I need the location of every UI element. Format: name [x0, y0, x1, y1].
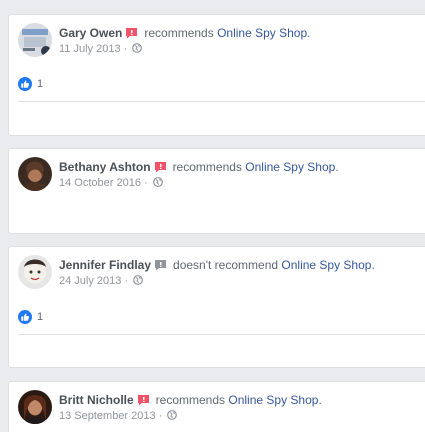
- avatar-britt-nicholle[interactable]: [18, 390, 52, 424]
- review-card: Gary Owen recommends Online Spy Shop. 11 …: [8, 14, 425, 136]
- review-date[interactable]: 24 July 2013: [59, 275, 121, 287]
- like-reaction-icon: [18, 77, 32, 91]
- reviewer-name[interactable]: Gary Owen: [59, 26, 122, 40]
- review-date[interactable]: 14 October 2016: [59, 177, 141, 189]
- recommendation-verb: recommends: [172, 160, 242, 174]
- globe-icon[interactable]: [167, 410, 178, 420]
- review-card: Jennifer Findlay doesn't recommend Online…: [8, 246, 425, 368]
- avatar-gary-owen[interactable]: [18, 23, 52, 57]
- reactions-summary[interactable]: 1: [18, 309, 43, 325]
- avatar-bethany-ashton[interactable]: [18, 157, 52, 191]
- reviews-feed: Gary Owen recommends Online Spy Shop. 11 …: [0, 0, 425, 432]
- page-link[interactable]: Online Spy Shop: [217, 26, 307, 40]
- recommend-speech-icon: [137, 395, 149, 406]
- globe-icon[interactable]: [133, 275, 144, 285]
- globe-icon[interactable]: [152, 177, 163, 187]
- page-link[interactable]: Online Spy Shop: [281, 258, 371, 272]
- card-divider: [18, 334, 425, 335]
- page-link[interactable]: Online Spy Shop: [228, 393, 318, 407]
- review-date[interactable]: 13 September 2013: [59, 410, 156, 422]
- recommend-speech-icon: [126, 28, 138, 39]
- recommendation-verb: doesn't recommend: [173, 258, 279, 272]
- reviewer-name[interactable]: Bethany Ashton: [59, 160, 151, 174]
- page-link[interactable]: Online Spy Shop: [245, 160, 335, 174]
- like-count: 1: [37, 78, 44, 90]
- review-card: Bethany Ashton recommends Online Spy Shop…: [8, 148, 425, 234]
- like-count: 1: [37, 311, 44, 323]
- reviewer-name[interactable]: Britt Nicholle: [59, 393, 134, 407]
- recommendation-verb: recommends: [144, 26, 214, 40]
- recommend-speech-icon: [154, 162, 166, 173]
- reviewer-name[interactable]: Jennifer Findlay: [59, 258, 151, 272]
- recommendation-verb: recommends: [155, 393, 226, 407]
- reactions-summary[interactable]: 1: [18, 76, 43, 92]
- avatar-jennifer-findlay[interactable]: [18, 255, 52, 289]
- card-divider: [18, 101, 425, 102]
- globe-icon[interactable]: [132, 43, 143, 53]
- review-date[interactable]: 11 July 2013: [59, 43, 121, 55]
- recommend-speech-icon: [155, 260, 167, 271]
- review-card: Britt Nicholle recommends Online Spy Shop…: [8, 381, 425, 432]
- like-reaction-icon: [18, 310, 32, 324]
